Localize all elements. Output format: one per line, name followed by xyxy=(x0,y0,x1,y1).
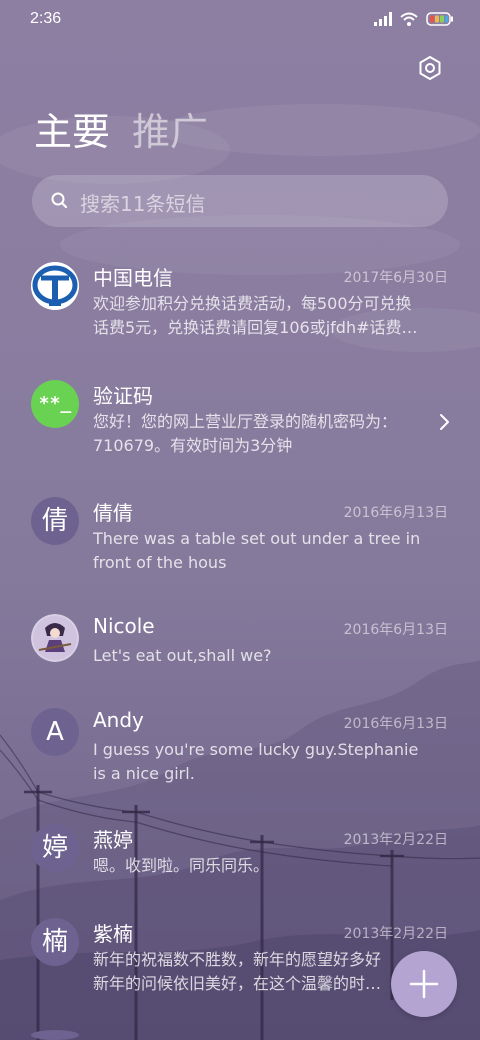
conversation-item[interactable]: 倩 倩倩 2016年6月13日 There was a table set ou… xyxy=(0,487,480,599)
conversation-item[interactable]: 中国电信 2017年6月30日 欢迎参加积分兑换话费活动，每500分可兑换 话费… xyxy=(0,252,480,364)
conversation-date: 2016年6月13日 xyxy=(343,622,448,638)
search-icon xyxy=(51,192,68,209)
gear-icon xyxy=(419,56,441,80)
conversation-name: Andy xyxy=(93,708,144,732)
status-icons xyxy=(374,12,454,26)
conversation-item[interactable]: **_ 验证码 您好！您的网上营业厅登录的随机密码为： 710679。有效时间为… xyxy=(0,370,480,482)
new-message-button[interactable] xyxy=(391,951,457,1017)
conversation-date: 2017年6月30日 xyxy=(343,270,448,286)
conversation-name: 中国电信 xyxy=(93,266,173,290)
tab-primary[interactable]: 主要 xyxy=(34,108,110,156)
verification-code-icon: **_ xyxy=(31,380,79,428)
tab-promotions[interactable]: 推广 xyxy=(132,108,208,156)
china-telecom-logo xyxy=(31,262,79,310)
conversation-snippet: There was a table set out under a tree i… xyxy=(93,529,421,572)
conversation-snippet: 欢迎参加积分兑换话费活动，每500分可兑换 话费5元，兑换话费请回复106或jf… xyxy=(93,294,418,337)
chevron-right-icon xyxy=(440,414,449,430)
wifi-icon xyxy=(400,12,418,26)
conversation-date: 2013年2月22日 xyxy=(343,926,448,942)
signal-icon xyxy=(374,12,392,26)
search-input[interactable]: 搜索11条短信 xyxy=(32,175,448,227)
conversation-snippet: 您好！您的网上营业厅登录的随机密码为： 710679。有效时间为3分钟 xyxy=(93,412,398,455)
settings-button[interactable] xyxy=(414,52,446,84)
conversation-name: 燕婷 xyxy=(93,828,133,852)
conversation-item[interactable]: 婷 燕婷 2013年2月22日 嗯。收到啦。同乐同乐。 xyxy=(0,814,480,906)
plus-icon xyxy=(409,969,439,999)
conversation-name: 验证码 xyxy=(93,384,153,408)
conversation-item[interactable]: A Andy 2016年6月13日 I guess you're some lu… xyxy=(0,698,480,810)
avatar xyxy=(31,1030,79,1040)
status-bar: 2:36 xyxy=(0,0,480,40)
conversation-snippet: Let's eat out,shall we? xyxy=(93,646,272,665)
conversation-name: 倩倩 xyxy=(93,501,133,525)
conversation-date: 2013年2月22日 xyxy=(343,832,448,848)
conversation-snippet: I guess you're some lucky guy.Stephanie … xyxy=(93,740,419,783)
tab-bar: 主要 推广 xyxy=(34,108,208,156)
search-placeholder: 搜索11条短信 xyxy=(80,192,206,216)
status-time: 2:36 xyxy=(30,10,62,27)
conversation-date: 2016年6月13日 xyxy=(343,505,448,521)
conversation-snippet: 嗯。收到啦。同乐同乐。 xyxy=(93,856,270,875)
conversation-name: Nicole xyxy=(93,614,155,638)
avatar: 倩 xyxy=(31,497,79,545)
battery-icon xyxy=(426,12,453,26)
conversation-name: 紫楠 xyxy=(93,922,133,946)
avatar: A xyxy=(31,708,79,756)
photo-avatar xyxy=(31,614,79,662)
conversation-item-partial[interactable] xyxy=(0,1024,480,1040)
avatar: 楠 xyxy=(31,918,79,966)
conversation-item[interactable]: Nicole 2016年6月13日 Let's eat out,shall we… xyxy=(0,604,480,696)
avatar: 婷 xyxy=(31,824,79,872)
conversation-date: 2016年6月13日 xyxy=(343,716,448,732)
